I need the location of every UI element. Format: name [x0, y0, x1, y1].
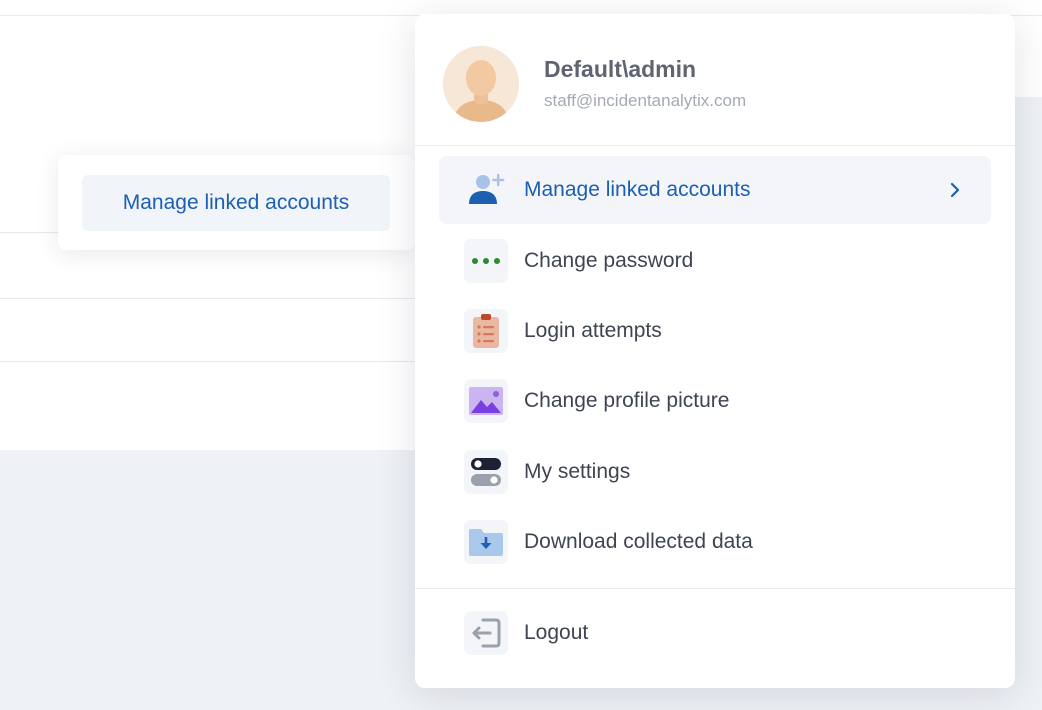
menu-item-download-collected-data[interactable]: Download collected data	[439, 508, 991, 576]
menu-item-label: Logout	[524, 621, 589, 644]
user-menu-dropdown: Default\admin staff@incidentanalytix.com…	[415, 14, 1015, 688]
row-divider	[0, 298, 420, 299]
menu-item-change-profile-picture[interactable]: Change profile picture	[439, 367, 991, 435]
menu-item-change-password[interactable]: Change password	[439, 227, 991, 295]
app-stage: Manage linked accounts Default\admin sta…	[0, 0, 1042, 710]
user-name: Default\admin	[544, 56, 697, 82]
folder-download-icon	[464, 520, 508, 564]
menu-item-label: Download collected data	[524, 530, 753, 553]
menu-item-label: Login attempts	[524, 319, 662, 342]
user-plus-icon	[464, 168, 508, 212]
user-email: staff@incidentanalytix.com	[544, 91, 747, 110]
password-dots-icon	[464, 239, 508, 283]
content-card	[0, 97, 470, 450]
toggle-settings-icon	[464, 450, 508, 494]
user-avatar-icon	[443, 46, 519, 122]
logout-icon	[464, 611, 508, 655]
clipboard-list-icon	[464, 309, 508, 353]
row-divider	[0, 361, 420, 362]
image-icon	[464, 379, 508, 423]
chevron-right-icon	[945, 178, 965, 202]
menu-item-label: Change password	[524, 249, 694, 272]
menu-item-logout[interactable]: Logout	[439, 599, 991, 667]
user-header: Default\admin staff@incidentanalytix.com	[415, 14, 1015, 146]
manage-linked-accounts-tooltip-button[interactable]: Manage linked accounts	[82, 175, 390, 231]
menu-item-manage-linked-accounts[interactable]: Manage linked accounts	[439, 156, 991, 224]
tooltip-label: Manage linked accounts	[122, 191, 350, 214]
menu-item-label: Change profile picture	[524, 389, 730, 412]
menu-item-my-settings[interactable]: My settings	[439, 438, 991, 506]
menu-item-login-attempts[interactable]: Login attempts	[439, 297, 991, 365]
menu-item-label: My settings	[524, 460, 631, 483]
menu-divider	[415, 588, 1015, 589]
tooltip-popover: Manage linked accounts	[58, 155, 415, 250]
menu-item-label: Manage linked accounts	[524, 178, 751, 201]
